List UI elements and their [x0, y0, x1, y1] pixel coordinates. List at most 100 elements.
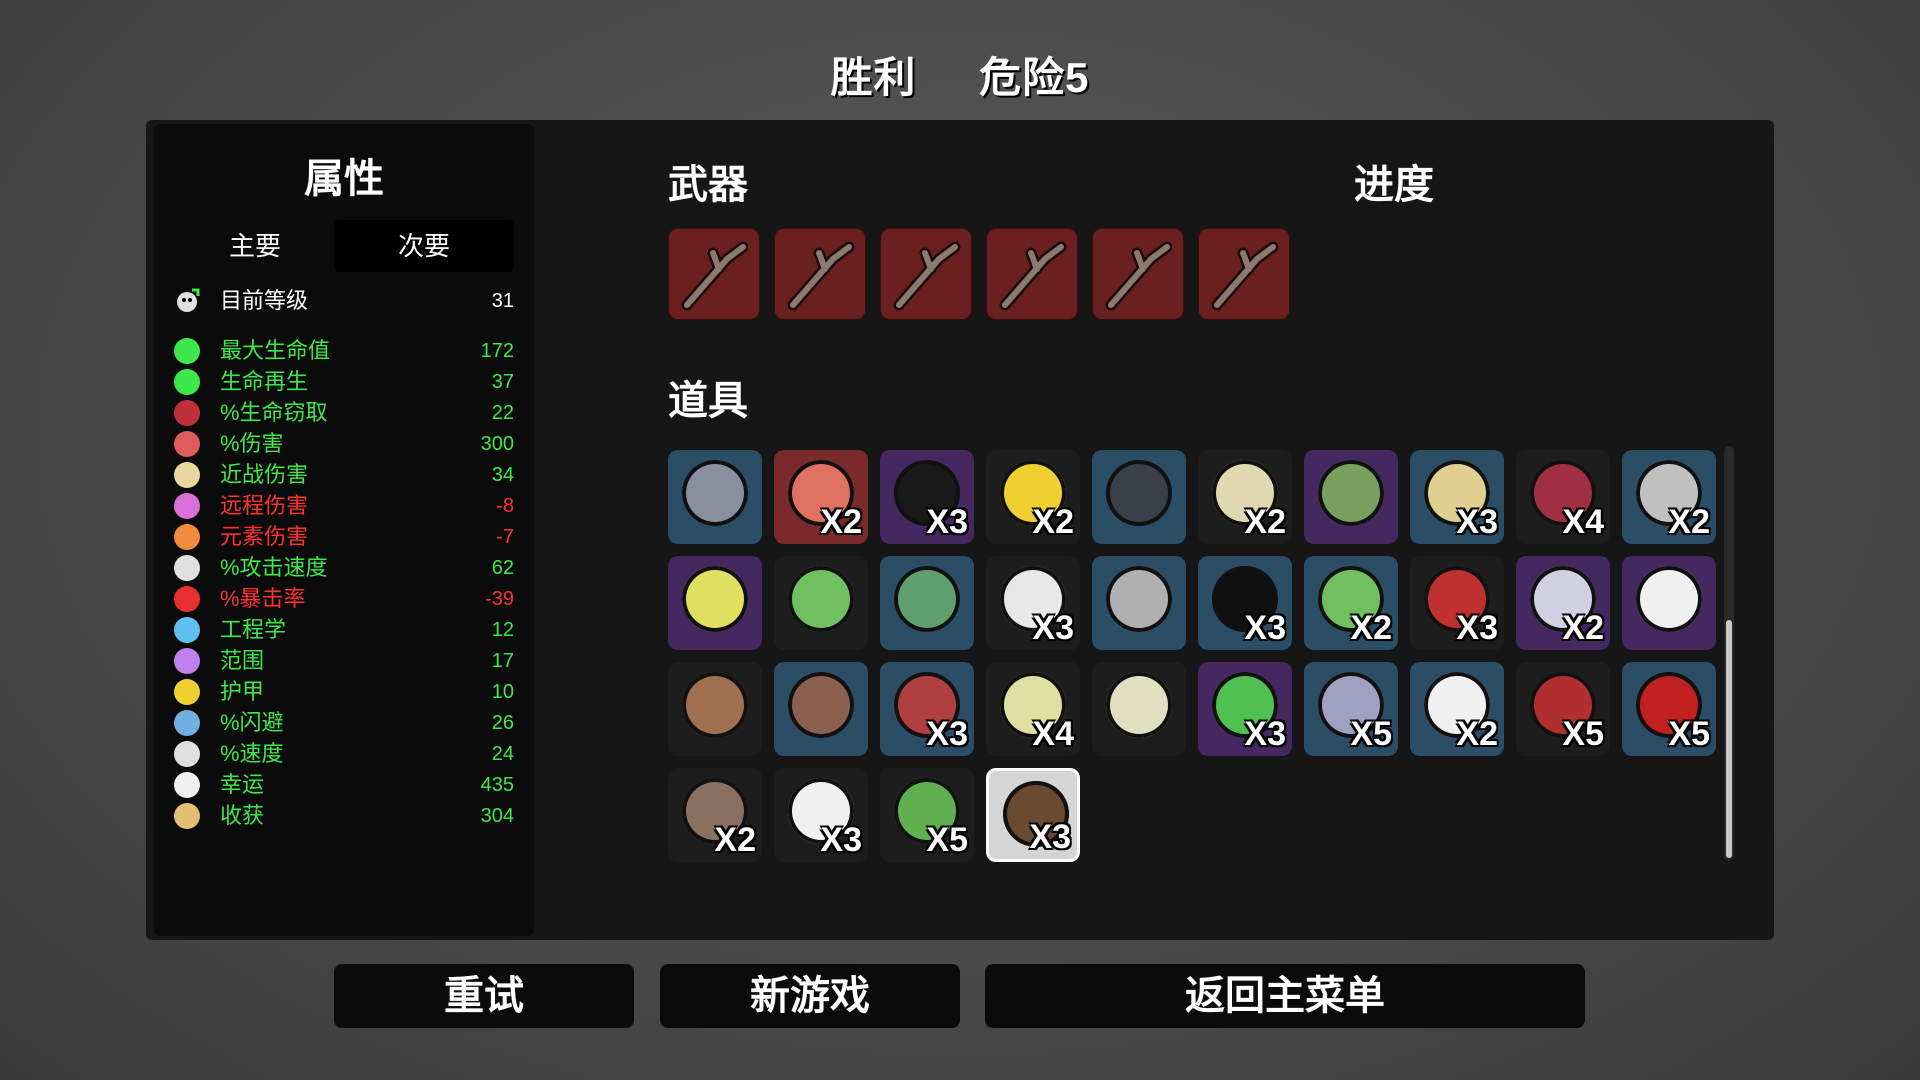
stat-value: 300 [480, 433, 514, 455]
stat-value: 22 [491, 402, 514, 424]
item-slot[interactable]: X3 [1410, 450, 1504, 544]
weapon-slot[interactable] [668, 228, 760, 320]
item-count: X5 [1668, 715, 1710, 753]
stat-row: 范围 17 [174, 646, 514, 676]
stat-row: 近战伤害 34 [174, 460, 514, 490]
stat-value: 34 [491, 464, 514, 486]
hourglass-icon [174, 555, 200, 581]
item-slot[interactable] [1622, 556, 1716, 650]
item-count: X3 [1029, 818, 1071, 856]
heart-plus-icon [174, 369, 200, 395]
weapon-slot[interactable] [880, 228, 972, 320]
boot-icon [174, 741, 200, 767]
item-slot[interactable]: X2 [1304, 556, 1398, 650]
jellyfish-robot-icon [1106, 460, 1172, 526]
item-count: X3 [1244, 609, 1286, 647]
tab-primary[interactable]: 主要 [180, 220, 330, 272]
item-slot[interactable]: X4 [986, 662, 1080, 756]
dodge-icon [174, 710, 200, 736]
item-slot[interactable]: X3 [880, 450, 974, 544]
item-slot[interactable]: X2 [1198, 450, 1292, 544]
item-count: X3 [926, 503, 968, 541]
item-slot[interactable]: X3 [1198, 556, 1292, 650]
stat-label: 护甲 [220, 679, 265, 704]
item-slot[interactable] [774, 662, 868, 756]
item-slot[interactable] [668, 662, 762, 756]
vest-icon [788, 672, 854, 738]
stat-value: 435 [480, 774, 514, 796]
stat-label: 元素伤害 [220, 524, 309, 549]
item-slot[interactable]: X2 [668, 768, 762, 862]
item-slot[interactable]: X3 [1198, 662, 1292, 756]
stat-row: 收获 304 [174, 801, 514, 831]
sprout-icon [788, 566, 854, 632]
stat-label: 收获 [220, 803, 265, 828]
result-label: 胜利 [830, 54, 917, 101]
item-count: X2 [820, 503, 862, 541]
item-slot[interactable] [1092, 662, 1186, 756]
item-slot[interactable] [880, 556, 974, 650]
item-slot[interactable]: X2 [1622, 450, 1716, 544]
stick-icon [999, 241, 1067, 311]
stick-icon [1105, 241, 1173, 311]
tab-secondary[interactable]: 次要 [334, 220, 514, 272]
item-slot[interactable]: X3 [986, 768, 1080, 862]
stat-value: 304 [480, 805, 514, 827]
items-scrollbar-thumb[interactable] [1726, 620, 1732, 858]
retry-button[interactable]: 重试 [334, 964, 634, 1028]
stat-row: 最大生命值 172 [174, 336, 514, 366]
item-slot[interactable]: X5 [1516, 662, 1610, 756]
item-slot[interactable] [668, 450, 762, 544]
stat-row: %速度 24 [174, 739, 514, 769]
item-slot[interactable]: X5 [1622, 662, 1716, 756]
muscle-icon [174, 431, 200, 457]
item-count: X5 [926, 821, 968, 859]
weapon-slot[interactable] [774, 228, 866, 320]
new-game-button[interactable]: 新游戏 [660, 964, 960, 1028]
ghost-cat-icon [1636, 566, 1702, 632]
item-slot[interactable]: X4 [1516, 450, 1610, 544]
heart-icon [174, 338, 200, 364]
item-slot[interactable]: X3 [986, 556, 1080, 650]
item-slot[interactable] [774, 556, 868, 650]
stat-label: 近战伤害 [220, 462, 309, 487]
weapon-slot[interactable] [986, 228, 1078, 320]
items-title: 道具 [668, 379, 748, 423]
weapon-slot[interactable] [1092, 228, 1184, 320]
stat-value: 37 [491, 371, 514, 393]
item-slot[interactable]: X2 [986, 450, 1080, 544]
item-count: X2 [1668, 503, 1710, 541]
item-slot[interactable] [668, 556, 762, 650]
stat-row: 远程伤害 -8 [174, 491, 514, 521]
item-count: X2 [1244, 503, 1286, 541]
stick-icon [893, 241, 961, 311]
item-slot[interactable]: X5 [1304, 662, 1398, 756]
item-slot[interactable]: X3 [774, 768, 868, 862]
item-slot[interactable]: X3 [1410, 556, 1504, 650]
item-slot[interactable]: X5 [880, 768, 974, 862]
item-count: X3 [926, 715, 968, 753]
item-slot[interactable]: X2 [774, 450, 868, 544]
tractor-icon [1318, 460, 1384, 526]
item-slot[interactable] [1092, 556, 1186, 650]
stat-value: 172 [480, 340, 514, 362]
weapon-slot[interactable] [1198, 228, 1290, 320]
level-value: 31 [491, 290, 514, 312]
level-icon [174, 288, 200, 314]
sword-icon [174, 462, 200, 488]
dice-icon [174, 772, 200, 798]
item-slot[interactable]: X3 [880, 662, 974, 756]
wheat-icon [174, 803, 200, 829]
stat-value: 17 [491, 650, 514, 672]
stat-value: 26 [491, 712, 514, 734]
stat-row: %生命窃取 22 [174, 398, 514, 428]
item-slot[interactable]: X2 [1410, 662, 1504, 756]
item-slot[interactable]: X2 [1516, 556, 1610, 650]
item-slot[interactable] [1304, 450, 1398, 544]
main-menu-button[interactable]: 返回主菜单 [985, 964, 1585, 1028]
item-count: X3 [820, 821, 862, 859]
item-slot[interactable] [1092, 450, 1186, 544]
item-count: X3 [1032, 609, 1074, 647]
bow-icon [174, 493, 200, 519]
item-count: X3 [1456, 503, 1498, 541]
